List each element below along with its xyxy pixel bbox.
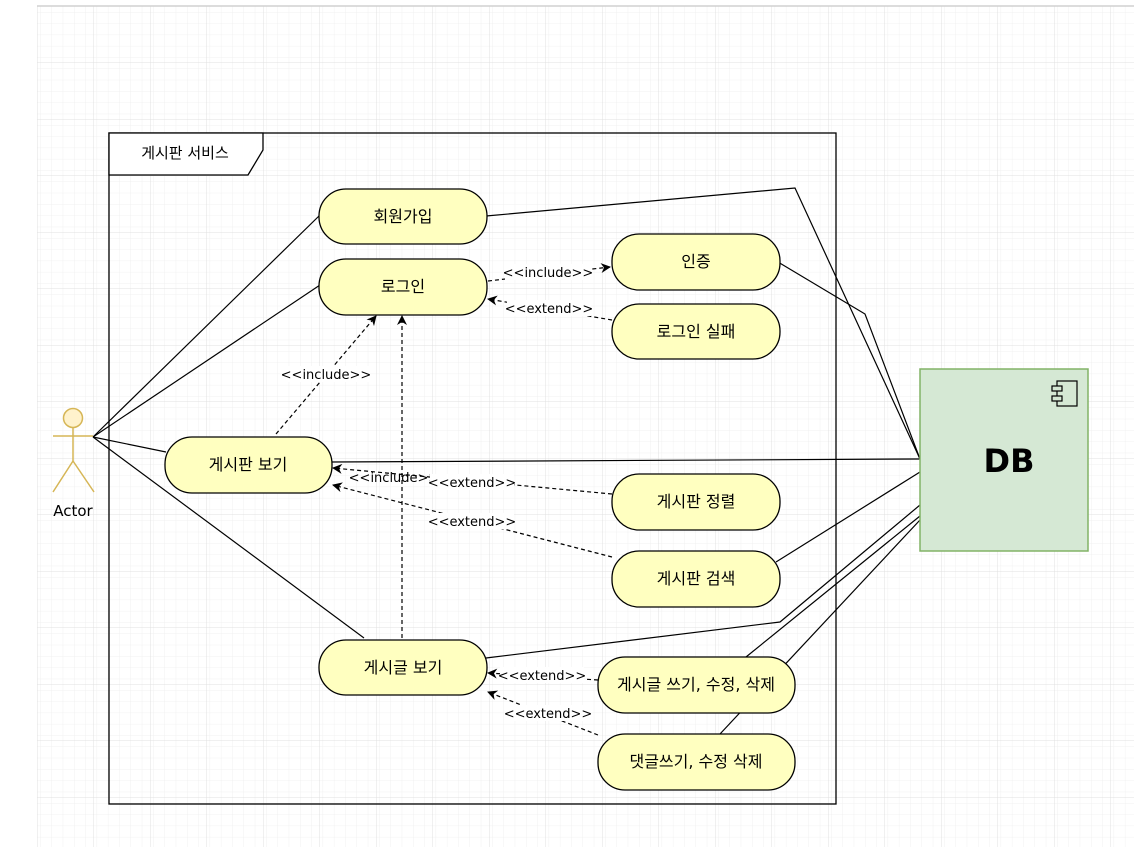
- relation-label-include-board-login: <<include>>: [281, 368, 372, 383]
- actor-label: Actor: [53, 502, 93, 520]
- relation-label-extend-login-fail: <<extend>>: [505, 302, 594, 317]
- use-case-label: 로그인 실패: [657, 322, 736, 341]
- use-case-board-search[interactable]: 게시판 검색: [611, 550, 781, 608]
- db-label: DB: [984, 442, 1035, 480]
- use-case-post-write[interactable]: 게시글 쓰기, 수정, 삭제: [597, 656, 796, 714]
- use-case-label: 게시글 쓰기, 수정, 삭제: [617, 675, 775, 694]
- relation-label-include-login-auth: <<include>>: [503, 266, 594, 281]
- use-case-post-view[interactable]: 게시글 보기: [318, 639, 488, 696]
- use-case-login[interactable]: 로그인: [318, 258, 488, 316]
- use-case-login-fail[interactable]: 로그인 실패: [611, 303, 781, 360]
- use-case-label: 게시판 검색: [657, 569, 736, 588]
- use-case-comment-write[interactable]: 댓글쓰기, 수정 삭제: [597, 733, 796, 791]
- relation-label-extend-search: <<extend>>: [428, 515, 517, 530]
- use-case-board-sort[interactable]: 게시판 정렬: [611, 473, 781, 531]
- use-case-label: 게시판 정렬: [657, 492, 736, 511]
- use-case-label: 로그인: [381, 277, 425, 296]
- use-case-diagram: 게시판 서비스 <<include>> <<extend>> <<include…: [0, 0, 1134, 847]
- diagram-canvas[interactable]: 게시판 서비스 <<include>> <<extend>> <<include…: [0, 0, 1134, 847]
- use-case-label: 게시글 보기: [364, 658, 443, 677]
- use-case-label: 댓글쓰기, 수정 삭제: [629, 752, 762, 771]
- use-case-label: 회원가입: [374, 207, 433, 226]
- relation-label-include-post-board: <<include>>: [349, 471, 440, 486]
- relation-label-extend-sort: <<extend>>: [428, 476, 517, 491]
- db-component[interactable]: DB: [919, 368, 1089, 552]
- actor-head: [62, 407, 84, 429]
- frame-title: 게시판 서비스: [141, 144, 229, 162]
- use-case-signup[interactable]: 회원가입: [318, 188, 488, 245]
- relation-label-extend-write: <<extend>>: [498, 669, 587, 684]
- use-case-auth[interactable]: 인증: [611, 233, 781, 291]
- use-case-label: 인증: [681, 252, 710, 271]
- use-case-board-view[interactable]: 게시판 보기: [164, 436, 333, 494]
- use-case-label: 게시판 보기: [209, 455, 288, 474]
- relation-label-extend-comment: <<extend>>: [504, 707, 593, 722]
